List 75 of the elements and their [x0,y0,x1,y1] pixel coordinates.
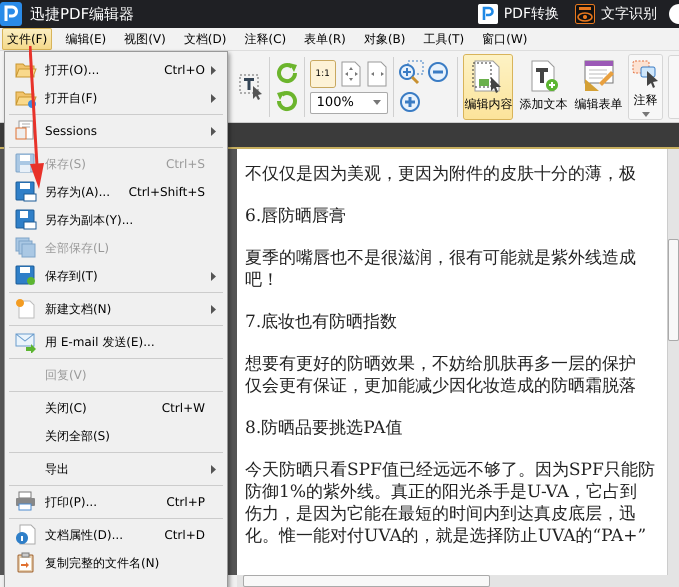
menu-item[interactable]: 保存到(T) [5,262,227,290]
toolbar-button[interactable]: 编辑表单 [573,54,624,120]
menu-item[interactable]: 表单(R) [299,28,351,50]
submenu-arrow-icon [211,126,216,136]
caret-icon [372,100,381,105]
menu-item[interactable]: 另存为副本(Y)... [5,206,227,234]
scroll-thumb[interactable] [668,239,679,341]
menu-item[interactable]: 关闭(C) Ctrl+W [5,394,227,422]
menu-item[interactable]: 打印(P)... Ctrl+P [5,488,227,516]
caret-icon [642,112,650,116]
vertical-scrollbar[interactable] [667,149,679,575]
scroll-thumb[interactable] [243,575,490,587]
document-text-line: 化。惟一能对付UVA的，就是选择防止UVA的“PA+” [245,525,648,547]
menu-icon [15,153,37,175]
p-logo-icon [478,4,498,24]
toolbar-button[interactable]: 编辑内容 [463,54,514,120]
menu-item[interactable]: 文档(D) [178,28,232,50]
fit-page-icon[interactable] [340,60,362,86]
menu-item[interactable]: 复制完整的文件名(N) [5,549,227,577]
eye-icon [575,4,595,24]
menu-item[interactable]: 对象(B) [358,28,410,50]
menu-icon [15,491,37,513]
toolbar-button[interactable]: 添加文本 [518,54,568,120]
submenu-arrow-icon [211,66,216,74]
document-text-line: 6.唇防晒唇膏 [245,205,348,227]
toolbar-button[interactable] [668,54,679,118]
menu-item[interactable]: 打开(O)... Ctrl+O [5,56,227,84]
submenu-arrow-icon [211,94,216,102]
menu-icon [15,524,37,546]
menu-item[interactable]: 打开自(F) [5,84,227,112]
menu-icon [15,209,37,231]
document-text-line: 吧！ [245,269,280,291]
title-action-button[interactable]: PDF转换 [474,4,563,24]
document-text-line: 防御1%的紫外线。真正的阳光杀手是U-VA，它占到 [245,481,638,503]
title-action-button[interactable]: 文字识别 [571,4,661,24]
horizontal-scrollbar[interactable] [237,575,679,587]
submenu-arrow-icon [211,304,216,314]
menu-item[interactable]: 新建文档(N) [5,295,227,323]
menu-icon [15,237,37,259]
document-text-line: 想要有更好的防晒效果，不妨给肌肤再多一层的保护 [245,353,637,375]
menu-item[interactable]: 用 E-mail 发送(E)... [5,328,227,356]
menu-item[interactable]: 文档属性(D)... Ctrl+D [5,521,227,549]
menu-icon [15,181,37,203]
document-text-line: 夏季的嘴唇也不是很滋润，很有可能就是紫外线造成 [245,247,637,269]
menu-item[interactable]: 视图(V) [119,28,171,50]
document-text-line: 不仅仅是因为美观，更因为附件的皮肤十分的薄，极 [245,163,637,185]
menu-item[interactable]: 编辑(E) [60,28,112,50]
document-text-line: 仅会更有保证，更加能减少因化妆造成的防晒霜脱落 [245,375,637,397]
menu-icon [15,298,37,320]
menu-item[interactable]: 窗口(W) [477,28,532,50]
document-text-line: 伤力，是因为它能在最短的时间内到达真皮底层，迅 [245,503,637,525]
rotate-counterclockwise-icon[interactable] [274,88,299,112]
document-text-line: 今天防晒只看SPF值已经远远不够了。因为SPF只能防 [245,459,656,481]
app-logo-icon [0,2,22,26]
document-text-line: 7.底妆也有防晒指数 [245,311,398,333]
menu-item[interactable]: 工具(T) [418,28,470,50]
toolbar-button[interactable]: 注释 [628,54,664,120]
submenu-arrow-icon [211,272,216,280]
menu-item[interactable]: 导出 [5,455,227,483]
actual-size-button[interactable]: 1:1 [310,60,336,88]
document-text-line: 8.防晒品要挑选PA值 [245,417,404,439]
fit-width-icon[interactable] [366,60,388,86]
window-title: 迅捷PDF编辑器 [30,4,134,24]
submenu-arrow-icon [211,464,216,474]
zoom-dropdown[interactable]: 100% [310,92,388,114]
menu-item[interactable]: 关闭全部(S) [5,422,227,450]
text-select-icon[interactable] [238,72,264,100]
rotate-clockwise-icon[interactable] [274,60,299,84]
zoom-area-icon[interactable] [398,60,424,86]
menu-item[interactable]: 注释(C) [239,28,292,50]
menu-item[interactable]: Sessions [5,117,227,145]
menu-item[interactable]: 另存为(A)... Ctrl+Shift+S [5,178,227,206]
menu-icon [15,265,37,287]
menu-item[interactable]: 文件(F) [2,28,52,50]
menu-icon [15,331,37,353]
